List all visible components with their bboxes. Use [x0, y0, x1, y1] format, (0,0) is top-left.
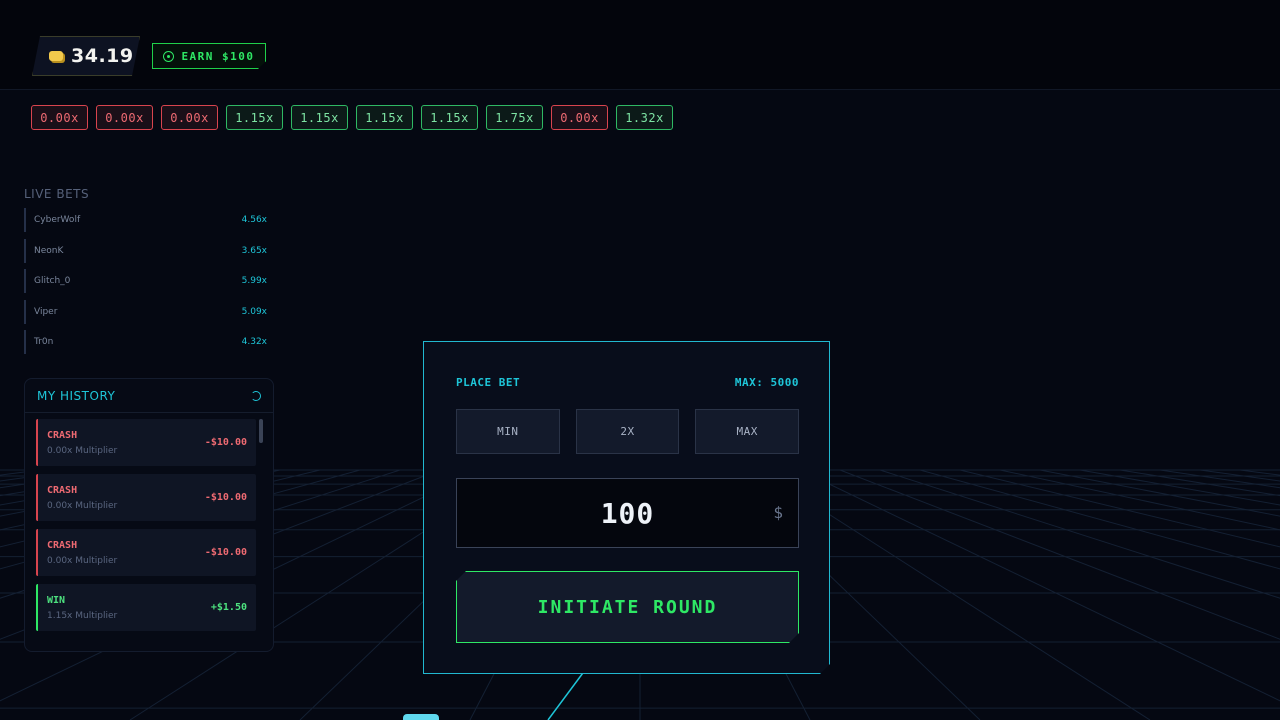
earn-label: EARN $100 [181, 49, 255, 63]
history-amount: -$10.00 [204, 492, 247, 503]
multiplier-chip: 1.15x [421, 105, 478, 130]
earn-button[interactable]: EARN $100 [152, 43, 266, 69]
multiplier-chip: 1.32x [616, 105, 673, 130]
history-result: CRASH [47, 539, 78, 551]
bet-header: PLACE BET MAX: 5000 [456, 376, 799, 389]
player-multiplier: 5.99x [241, 276, 267, 286]
history-amount: +$1.50 [210, 602, 247, 613]
player-name: Tr0n [34, 337, 54, 347]
multiplier-chip: 1.75x [486, 105, 543, 130]
plus-circle-icon [163, 51, 174, 62]
balance-value: 34.19 [71, 45, 134, 67]
history-result: CRASH [47, 429, 78, 441]
live-bet-row: Glitch_0 5.99x [24, 269, 274, 293]
min-button[interactable]: MIN [456, 409, 560, 454]
history-icon[interactable] [251, 390, 261, 401]
balance-display: 34.19 [32, 36, 140, 76]
live-bet-row: Tr0n 4.32x [24, 330, 274, 354]
history-item: CRASH 0.00x Multiplier -$10.00 [36, 419, 256, 466]
bet-amount-input[interactable]: 100 $ [456, 478, 799, 548]
multiplier-chip: 0.00x [31, 105, 88, 130]
top-bar: 34.19 EARN $100 [0, 0, 1280, 90]
bet-title: PLACE BET [456, 376, 521, 389]
history-detail: 0.00x Multiplier [47, 445, 118, 456]
place-bet-panel: PLACE BET MAX: 5000 MIN 2X MAX 100 $ INI… [423, 341, 830, 674]
double-button[interactable]: 2X [576, 409, 680, 454]
initiate-round-button[interactable]: INITIATE ROUND [456, 571, 799, 643]
currency-symbol: $ [773, 503, 783, 522]
bet-amount-value: 100 [600, 496, 655, 530]
dice-fragment [403, 714, 439, 720]
history-title: MY HISTORY [37, 388, 116, 403]
history-detail: 0.00x Multiplier [47, 555, 118, 566]
multiplier-chip: 0.00x [551, 105, 608, 130]
max-bet-label: MAX: 5000 [734, 376, 799, 389]
live-bet-row: NeonK 3.65x [24, 238, 274, 263]
history-header: MY HISTORY [25, 379, 273, 413]
player-multiplier: 4.56x [241, 215, 267, 225]
multiplier-chip: 1.15x [356, 105, 413, 130]
live-bets-title: LIVE BETS [24, 187, 90, 201]
history-amount: -$10.00 [204, 437, 247, 448]
max-button[interactable]: MAX [695, 409, 799, 454]
multiplier-chip: 0.00x [96, 105, 153, 130]
history-detail: 1.15x Multiplier [47, 610, 118, 621]
history-detail: 0.00x Multiplier [47, 500, 118, 511]
history-result: CRASH [47, 484, 78, 496]
player-name: CyberWolf [34, 215, 81, 225]
history-scrollbar[interactable] [259, 419, 263, 443]
live-bet-row: CyberWolf 4.56x [24, 208, 274, 232]
history-result: WIN [47, 594, 66, 606]
history-item: CRASH 0.00x Multiplier -$10.00 [36, 529, 256, 576]
multiplier-chip: 1.15x [291, 105, 348, 130]
coin-icon [49, 51, 63, 61]
history-amount: -$10.00 [204, 547, 247, 558]
player-name: Glitch_0 [34, 276, 71, 286]
live-bet-row: Viper 5.09x [24, 299, 274, 324]
quick-bet-buttons: MIN 2X MAX [456, 409, 799, 454]
live-bets-list: CyberWolf 4.56x NeonK 3.65x Glitch_0 5.9… [24, 208, 274, 361]
recent-multipliers: 0.00x 0.00x 0.00x 1.15x 1.15x 1.15x 1.15… [31, 105, 673, 130]
history-item: CRASH 0.00x Multiplier -$10.00 [36, 474, 256, 521]
my-history-panel: MY HISTORY CRASH 0.00x Multiplier -$10.0… [24, 378, 274, 652]
multiplier-chip: 1.15x [226, 105, 283, 130]
player-name: Viper [34, 306, 58, 317]
multiplier-chip: 0.00x [161, 105, 218, 130]
player-name: NeonK [34, 245, 64, 256]
player-multiplier: 5.09x [241, 306, 267, 317]
player-multiplier: 3.65x [241, 245, 267, 256]
history-list: CRASH 0.00x Multiplier -$10.00 CRASH 0.0… [36, 419, 256, 639]
player-multiplier: 4.32x [241, 337, 267, 347]
history-item: WIN 1.15x Multiplier +$1.50 [36, 584, 256, 631]
